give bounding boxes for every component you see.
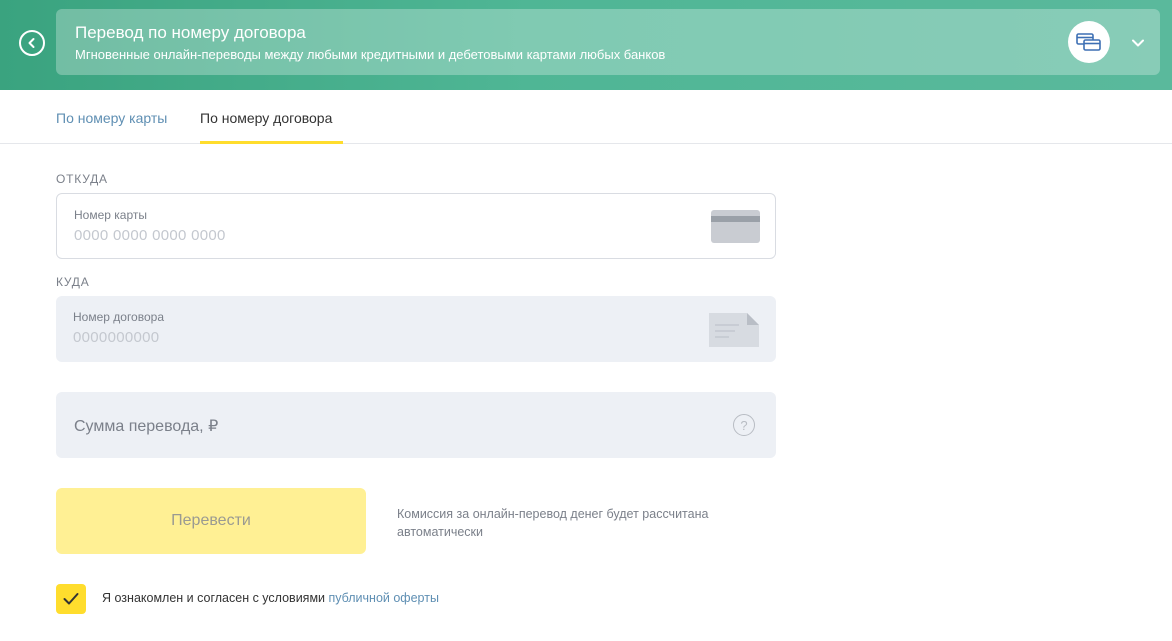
transfer-button[interactable]: Перевести	[56, 488, 366, 554]
document-icon	[709, 313, 759, 347]
agreement-label: Я ознакомлен и согласен с условиями	[102, 591, 329, 605]
credit-card-icon	[711, 210, 760, 243]
page-subtitle: Мгновенные онлайн-переводы между любыми …	[75, 47, 666, 62]
card-stripe	[711, 216, 760, 222]
back-button[interactable]	[19, 30, 45, 56]
back-arrow-icon	[28, 38, 35, 48]
transfer-amount-input[interactable]: Сумма перевода, ₽	[74, 416, 218, 436]
commission-note: Комиссия за онлайн-перевод денег будет р…	[397, 507, 709, 539]
card-number-field[interactable]: Номер карты 0000 0000 0000 0000	[56, 193, 776, 259]
active-tab-indicator	[200, 141, 343, 144]
public-offer-link[interactable]: публичной оферты	[329, 591, 439, 605]
tab-by-card-number[interactable]: По номеру карты	[56, 110, 167, 126]
page-title: Перевод по номеру договора	[75, 23, 306, 42]
cards-transfer-icon	[1068, 21, 1110, 63]
contract-number-input[interactable]: 0000000000	[73, 329, 159, 346]
checkmark-icon	[63, 593, 79, 605]
agreement-text: Я ознакомлен и согласен с условиями публ…	[102, 591, 439, 605]
to-section-label: КУДА	[56, 275, 90, 289]
transfer-banner: Перевод по номеру договора Мгновенные он…	[56, 9, 1160, 75]
agreement-checkbox[interactable]	[56, 584, 86, 614]
chevron-down-icon[interactable]	[1130, 35, 1146, 51]
contract-number-label: Номер договора	[73, 310, 164, 324]
tab-by-contract-number[interactable]: По номеру договора	[200, 110, 332, 126]
transfer-amount-field[interactable]: Сумма перевода, ₽ ?	[56, 392, 776, 458]
from-section-label: ОТКУДА	[56, 172, 108, 186]
header: Перевод по номеру договора Мгновенные он…	[0, 0, 1172, 90]
contract-number-field[interactable]: Номер договора 0000000000	[56, 296, 776, 362]
card-number-input[interactable]: 0000 0000 0000 0000	[74, 227, 226, 244]
card-number-label: Номер карты	[74, 208, 147, 222]
help-icon[interactable]: ?	[733, 414, 755, 436]
transfer-tabs: По номеру карты По номеру договора	[0, 90, 1172, 144]
